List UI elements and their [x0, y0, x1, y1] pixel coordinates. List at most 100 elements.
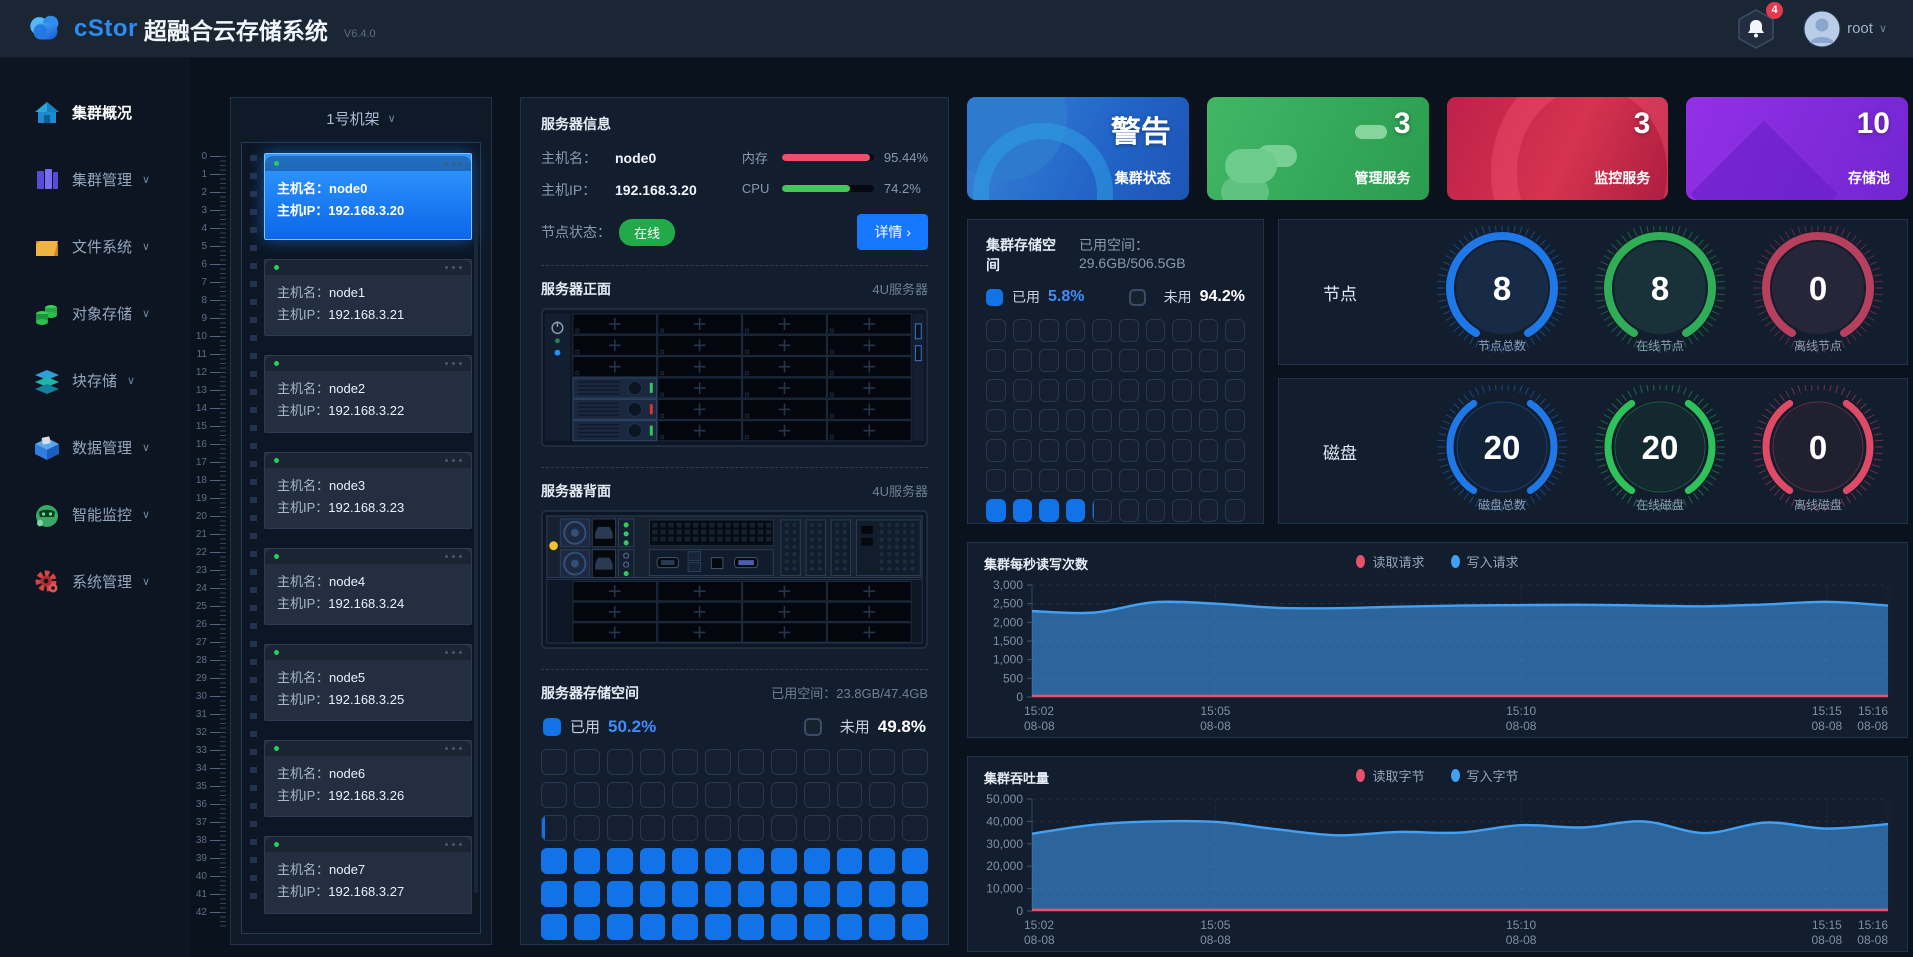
- server-stack-icon: [34, 167, 60, 193]
- rack-ruler: 0123456789101112131415161718192021222324…: [192, 147, 226, 927]
- mem-meter: [782, 154, 874, 161]
- sidebar-item-label: 集群概况: [72, 102, 132, 123]
- storage-cell: [902, 881, 928, 907]
- svg-text:30,000: 30,000: [986, 837, 1023, 851]
- card-management-services[interactable]: 3 管理服务: [1207, 97, 1429, 200]
- sidebar-item-object-storage[interactable]: 对象存储 ∨: [0, 280, 190, 347]
- node-card-node0[interactable]: 主机名：node0主机IP：192.168.3.20: [264, 153, 472, 240]
- svg-text:08-08: 08-08: [1812, 719, 1843, 733]
- legend-item[interactable]: 写入字节: [1451, 766, 1519, 785]
- sidebar-item-cluster-overview[interactable]: 集群概况: [0, 79, 190, 146]
- layers-icon: [34, 368, 60, 394]
- legend-item[interactable]: 写入请求: [1451, 552, 1519, 571]
- user-menu[interactable]: root ∨: [1803, 10, 1887, 48]
- storage-cell: [1066, 469, 1086, 492]
- app-logo: cStor 超融合云存储系统 V6.4.0: [26, 10, 376, 48]
- node-card-node6[interactable]: 主机名：node6主机IP：192.168.3.26: [264, 740, 472, 817]
- storage-cell: [804, 782, 830, 808]
- svg-text:08-08: 08-08: [1024, 719, 1055, 733]
- storage-cell: [672, 782, 698, 808]
- throughput-chart-panel: 集群吞吐量读取字节写入字节010,00020,00030,00040,00050…: [967, 756, 1908, 952]
- sidebar-item-system-management[interactable]: 系统管理 ∨: [0, 548, 190, 615]
- storage-cell: [607, 749, 633, 775]
- storage-cell: [902, 914, 928, 940]
- node-card-body: 主机名：node0主机IP：192.168.3.20: [265, 171, 471, 231]
- node-card-node4[interactable]: 主机名：node4主机IP：192.168.3.24: [264, 548, 472, 625]
- storage-cell: [837, 749, 863, 775]
- storage-cell: [1092, 379, 1112, 402]
- legend-item[interactable]: 读取请求: [1356, 552, 1424, 571]
- gauge-在线磁盘: 20在线磁盘: [1581, 385, 1739, 517]
- storage-cell: [804, 881, 830, 907]
- storage-cell: [1119, 439, 1139, 462]
- node-card-node7[interactable]: 主机名：node7主机IP：192.168.3.27: [264, 836, 472, 913]
- card-storage-pools[interactable]: 10 存储池: [1686, 97, 1908, 200]
- sidebar-item-intelligent-monitoring[interactable]: 智能监控 ∨: [0, 481, 190, 548]
- node-card-node2[interactable]: 主机名：node2主机IP：192.168.3.22: [264, 355, 472, 432]
- node-menu-dots: [445, 162, 462, 165]
- ruler-mark: 35: [192, 777, 226, 795]
- storage-cell: [1225, 469, 1245, 492]
- sidebar-item-file-system[interactable]: 文件系统 ∨: [0, 213, 190, 280]
- storage-cell: [541, 782, 567, 808]
- storage-cell: [1092, 319, 1112, 342]
- node-online-led: [274, 265, 279, 270]
- free-legend-label: 未用: [1164, 287, 1192, 307]
- sidebar-item-data-management[interactable]: 数据管理 ∨: [0, 414, 190, 481]
- storage-cell: [1146, 379, 1166, 402]
- storage-cell: [1225, 349, 1245, 372]
- node-card-node5[interactable]: 主机名：node5主机IP：192.168.3.25: [264, 644, 472, 721]
- storage-cell: [1199, 319, 1219, 342]
- notification-bell[interactable]: 4: [1735, 6, 1777, 52]
- svg-text:500: 500: [1003, 671, 1023, 685]
- storage-cell: [1092, 409, 1112, 432]
- node-card-header: [265, 837, 471, 852]
- detail-button[interactable]: 详情 ›: [857, 214, 928, 250]
- rack-selector[interactable]: 1号机架 ∨: [231, 98, 491, 138]
- legend-item[interactable]: 读取字节: [1356, 766, 1424, 785]
- storage-cell: [1146, 499, 1166, 522]
- svg-text:0: 0: [1016, 904, 1023, 918]
- mem-label: 内存: [742, 148, 782, 167]
- cpu-label: CPU: [742, 181, 782, 196]
- app-header: cStor 超融合云存储系统 V6.4.0 4 root ∨: [0, 0, 1913, 57]
- card-monitoring-services[interactable]: 3 监控服务: [1447, 97, 1669, 200]
- svg-text:40,000: 40,000: [986, 814, 1023, 828]
- svg-text:15:05: 15:05: [1200, 918, 1230, 932]
- card-value: 10: [1857, 107, 1890, 141]
- divider: [541, 265, 928, 266]
- rack-title: 1号机架: [326, 108, 379, 129]
- storage-cell: [902, 848, 928, 874]
- svg-text:08-08: 08-08: [1857, 933, 1888, 947]
- node-card-node1[interactable]: 主机名：node1主机IP：192.168.3.21: [264, 259, 472, 336]
- used-legend-swatch: [543, 718, 561, 736]
- node-card-header: [265, 356, 471, 371]
- node-card-node3[interactable]: 主机名：node3主机IP：192.168.3.23: [264, 452, 472, 529]
- storage-cell: [672, 848, 698, 874]
- storage-cell: [771, 782, 797, 808]
- sidebar-item-block-storage[interactable]: 块存储 ∨: [0, 347, 190, 414]
- storage-cell: [541, 914, 567, 940]
- sidebar-item-label: 系统管理: [72, 571, 132, 592]
- svg-text:50,000: 50,000: [986, 792, 1023, 806]
- ruler-mark: 15: [192, 417, 226, 435]
- storage-cell: [1172, 499, 1192, 522]
- storage-cell: [1225, 409, 1245, 432]
- storage-cell: [902, 782, 928, 808]
- chevron-down-icon: ∨: [142, 508, 150, 521]
- storage-cell: [738, 749, 764, 775]
- svg-text:08-08: 08-08: [1506, 933, 1537, 947]
- svg-text:08-08: 08-08: [1812, 933, 1843, 947]
- card-cluster-status[interactable]: 警告 集群状态: [967, 97, 1189, 200]
- gauge-磁盘总数: 20磁盘总数: [1423, 385, 1581, 517]
- rack-scrollbar[interactable]: [474, 189, 478, 893]
- svg-text:08-08: 08-08: [1024, 933, 1055, 947]
- ruler-mark: 33: [192, 741, 226, 759]
- node-menu-dots: [445, 266, 462, 269]
- svg-text:20,000: 20,000: [986, 859, 1023, 873]
- sidebar-item-cluster-management[interactable]: 集群管理 ∨: [0, 146, 190, 213]
- storage-cell: [771, 914, 797, 940]
- ruler-mark: 28: [192, 651, 226, 669]
- storage-cell: [1199, 349, 1219, 372]
- ruler-mark: 29: [192, 669, 226, 687]
